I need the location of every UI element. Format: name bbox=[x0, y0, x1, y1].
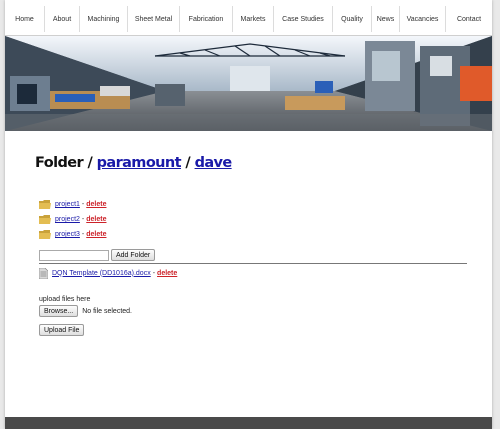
title-prefix: Folder / bbox=[35, 155, 97, 171]
nav-quality[interactable]: Quality bbox=[332, 6, 371, 32]
file-picker: Browse... No file selected. bbox=[39, 305, 132, 317]
main-nav: Home About Machining Sheet Metal Fabrica… bbox=[5, 0, 492, 36]
delete-link[interactable]: delete bbox=[86, 231, 106, 238]
file-manager: Folder / paramount / dave project1 - del… bbox=[35, 153, 475, 336]
folder-icon bbox=[39, 230, 51, 239]
no-file-text: No file selected. bbox=[82, 307, 132, 315]
page: Home About Machining Sheet Metal Fabrica… bbox=[5, 0, 492, 429]
delete-link[interactable]: delete bbox=[157, 270, 177, 277]
list-item: project2 - delete bbox=[39, 212, 106, 227]
delete-link[interactable]: delete bbox=[86, 201, 106, 208]
footer-bar bbox=[5, 417, 492, 429]
nav-home[interactable]: Home bbox=[5, 6, 44, 32]
nav-markets[interactable]: Markets bbox=[232, 6, 273, 32]
nav-machining[interactable]: Machining bbox=[79, 6, 127, 32]
folder-link[interactable]: project1 bbox=[55, 201, 80, 208]
separator: - bbox=[81, 231, 85, 238]
workshop-banner-image bbox=[5, 36, 492, 131]
separator: - bbox=[81, 216, 85, 223]
separator: - bbox=[152, 269, 156, 277]
add-folder-form: Add Folder bbox=[39, 249, 156, 261]
browse-button[interactable]: Browse... bbox=[39, 305, 79, 317]
upload-file-button[interactable]: Upload File bbox=[39, 324, 85, 336]
list-item: project1 - delete bbox=[39, 197, 106, 212]
nav-fabrication[interactable]: Fabrication bbox=[179, 6, 232, 32]
nav-about[interactable]: About bbox=[44, 6, 79, 32]
list-item: DQN Template (DD1016a).docx - delete bbox=[39, 266, 177, 280]
add-folder-button[interactable]: Add Folder bbox=[111, 249, 156, 261]
nav-news[interactable]: News bbox=[371, 6, 399, 32]
separator: - bbox=[81, 201, 85, 208]
title-separator: / bbox=[180, 155, 195, 171]
file-link[interactable]: DQN Template (DD1016a).docx bbox=[52, 270, 151, 277]
list-item: project3 - delete bbox=[39, 227, 106, 242]
folder-link[interactable]: project2 bbox=[55, 216, 80, 223]
upload-label: upload files here bbox=[39, 296, 91, 303]
folder-icon bbox=[39, 200, 51, 209]
page-title: Folder / paramount / dave bbox=[35, 153, 475, 173]
breadcrumb-paramount[interactable]: paramount bbox=[97, 155, 182, 171]
divider bbox=[39, 263, 467, 264]
folder-list: project1 - delete project2 - delete proj… bbox=[39, 197, 106, 242]
folder-name-input[interactable] bbox=[39, 249, 109, 261]
nav-contact[interactable]: Contact bbox=[445, 6, 492, 32]
delete-link[interactable]: delete bbox=[86, 216, 106, 223]
folder-link[interactable]: project3 bbox=[55, 231, 80, 238]
document-icon bbox=[39, 267, 48, 279]
nav-case-studies[interactable]: Case Studies bbox=[273, 6, 332, 32]
breadcrumb-dave[interactable]: dave bbox=[195, 155, 233, 171]
nav-sheet-metal[interactable]: Sheet Metal bbox=[127, 6, 179, 32]
nav-vacancies[interactable]: Vacancies bbox=[399, 6, 445, 32]
folder-icon bbox=[39, 215, 51, 224]
